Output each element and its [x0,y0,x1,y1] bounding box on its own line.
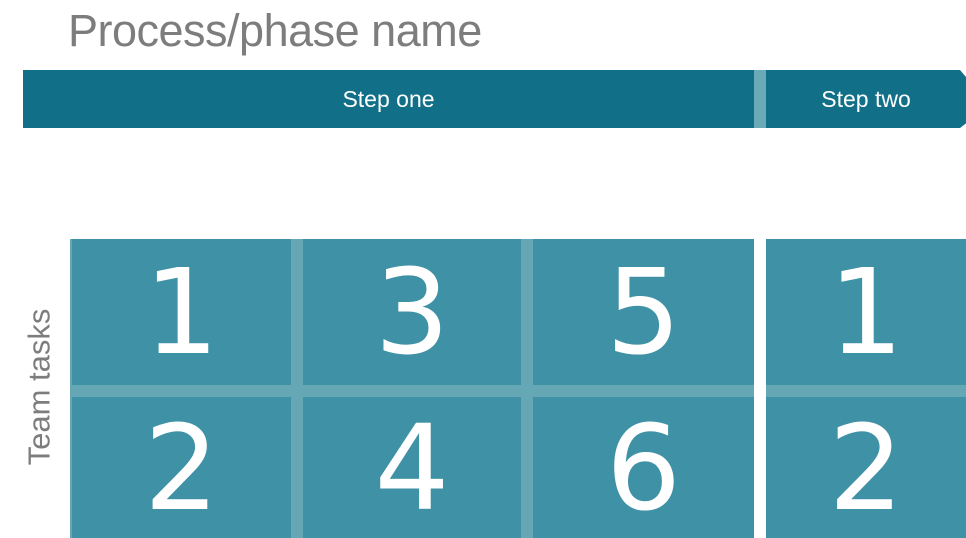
team-tasks-label: Team tasks [21,308,57,466]
step-two-task-grid: 1 2 [766,239,966,538]
task-cell: 1 [72,239,291,385]
task-cell: 2 [766,397,966,538]
step-divider [754,70,766,128]
page-title: Process/phase name [68,5,482,56]
task-cell: 2 [72,397,291,538]
task-cell: 3 [303,239,521,385]
step-two-label: Step two [821,85,911,112]
step-two-bar: Step two [766,70,966,128]
task-cell: 6 [533,397,754,538]
step-one-bar: Step one [23,70,754,128]
step-one-label: Step one [342,85,435,112]
step-separator [754,239,766,538]
task-cell: 5 [533,239,754,385]
step-one-task-grid: 1 3 5 2 4 6 [70,239,754,538]
task-cell: 1 [766,239,966,385]
task-cell: 4 [303,397,521,538]
